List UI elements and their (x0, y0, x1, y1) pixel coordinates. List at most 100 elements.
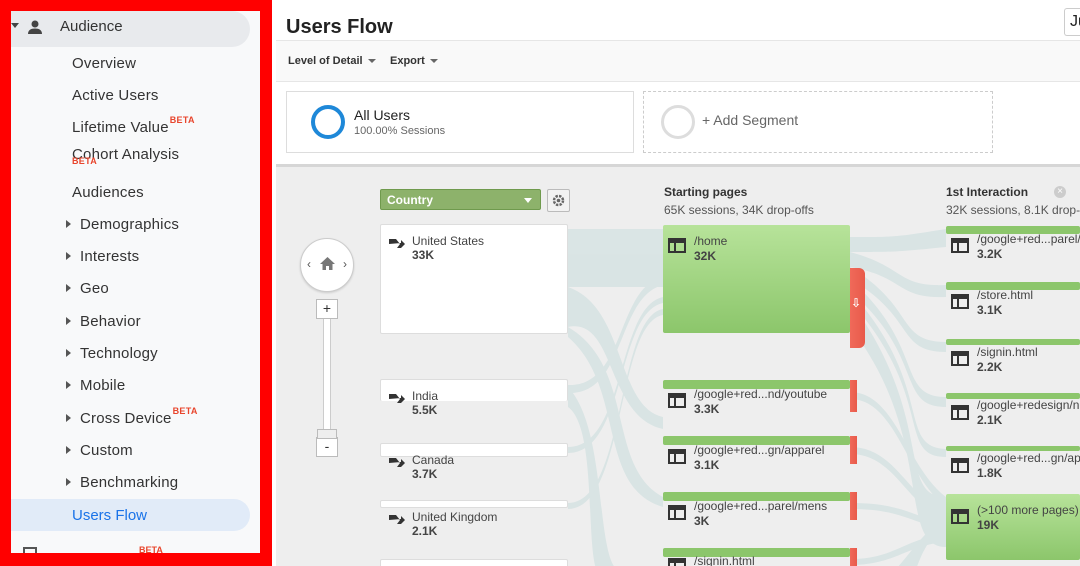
sidebar-item-label: Overview (72, 54, 137, 72)
toolbar: Level of Detail Export (276, 40, 1080, 82)
page-value: 2.1K (977, 413, 1003, 427)
caret-right-icon (66, 317, 71, 325)
sidebar-item-custom[interactable]: Custom (66, 435, 133, 465)
page-icon (951, 405, 969, 420)
interaction-label: /google+redesign/n 2.1K (951, 398, 1079, 427)
beta-badge: BETA (72, 156, 98, 166)
page-icon (668, 238, 686, 253)
caret-right-icon (66, 220, 71, 228)
page-name: /home (694, 234, 728, 248)
page-icon (951, 509, 969, 524)
drop-off-bar[interactable] (850, 380, 857, 412)
caret-down-icon (429, 59, 438, 63)
sidebar-item-geo[interactable]: Geo (66, 273, 109, 303)
country-name: Canada (412, 453, 455, 467)
pan-control[interactable]: ‹ › (300, 238, 354, 292)
empty-segment-ring-icon (661, 105, 695, 139)
sidebar-item-audiences[interactable]: Audiences (72, 177, 144, 207)
page-name: /signin.html (694, 554, 755, 566)
country-node[interactable]: India 5.5K (380, 379, 568, 417)
sidebar-item-cohort-analysis[interactable]: Cohort Analysis BETA (72, 139, 179, 169)
drop-off-arrow-icon: ⇩ (851, 296, 862, 310)
sidebar-item-label: Active Users (72, 86, 159, 104)
drop-off-bar[interactable]: ⇩ (850, 268, 865, 348)
sidebar-item-label: Interests (80, 247, 140, 265)
sidebar-item-overview[interactable]: Overview (72, 48, 136, 78)
page-value: 2.2K (977, 360, 1003, 374)
add-segment-button[interactable]: + Add Segment (643, 91, 993, 153)
country-value: 2.1K (412, 524, 438, 538)
sidebar-item-label: Technology (80, 344, 158, 362)
date-range-picker[interactable]: Ju (1064, 8, 1080, 36)
dimension-label: Country (387, 193, 433, 207)
interaction-label: /google+red...gn/apparel 1.8K (951, 451, 1080, 480)
page-icon (951, 351, 969, 366)
sidebar-item-label: Behavior (80, 312, 141, 330)
entrance-arrow-icon (389, 394, 405, 403)
page-value: 3.3K (694, 402, 720, 416)
entrance-arrow-icon (389, 239, 405, 248)
starting-page-label: /home 32K (668, 234, 727, 263)
page-name: /google+redesign/n (977, 398, 1080, 412)
column-title-first-interaction: 1st Interaction (946, 185, 1029, 199)
sidebar-item-users-flow[interactable]: Users Flow (11, 499, 250, 531)
beta-badge: BETA (172, 406, 198, 416)
zoom-in-button[interactable]: + (316, 299, 338, 319)
column-sub-first-interaction: 32K sessions, 8.1K drop-offs (946, 203, 1080, 217)
page-name: /google+red...parel/mens (694, 499, 828, 513)
level-of-detail-button[interactable]: Level of Detail (288, 55, 376, 67)
sidebar-nav: Audience Overview Active Users Lifetime … (11, 11, 260, 553)
zoom-slider-handle[interactable] (317, 429, 337, 439)
caret-right-icon (66, 349, 71, 357)
person-icon (28, 20, 42, 34)
sidebar-item-lifetime-value[interactable]: Lifetime Value BETA (72, 112, 195, 142)
country-value: 5.5K (412, 403, 438, 417)
country-node[interactable]: Canada 3.7K (380, 443, 568, 481)
interaction-label: /signin.html 2.2K (951, 345, 1038, 374)
home-icon[interactable] (319, 256, 336, 271)
export-button[interactable]: Export (390, 55, 438, 67)
segment-sessions: 100.00% Sessions (354, 125, 446, 137)
users-flow-chart: Country Starting pages 65K sessions, 34K… (276, 164, 1080, 566)
zoom-slider-track[interactable] (323, 312, 331, 434)
close-column-icon[interactable]: × (1054, 186, 1066, 198)
country-node[interactable]: United States 33K (380, 224, 568, 334)
sidebar-item-behavior[interactable]: Behavior (66, 306, 141, 336)
country-value: 33K (412, 248, 435, 262)
sidebar-section-audience[interactable]: Audience (11, 11, 250, 47)
beta-badge: BETA (139, 545, 163, 553)
page-icon (668, 393, 686, 408)
add-segment-label: + Add Segment (702, 112, 799, 128)
page-name: /google+red...gn/apparel (694, 443, 825, 457)
country-node[interactable] (380, 559, 568, 566)
level-of-detail-label: Level of Detail (288, 55, 363, 67)
pan-left-icon[interactable]: ‹ (307, 257, 311, 271)
drop-off-bar[interactable] (850, 548, 857, 566)
segment-all-users[interactable]: All Users 100.00% Sessions (286, 91, 634, 153)
dimension-settings-button[interactable] (547, 189, 570, 212)
page-value: 3.1K (694, 458, 720, 472)
drop-off-bar[interactable] (850, 492, 857, 520)
sidebar-section-label: Audience (60, 18, 123, 35)
page-title: Users Flow (286, 16, 393, 38)
caret-down-icon (524, 198, 532, 203)
country-node[interactable]: United Kingdom 2.1K (380, 500, 568, 538)
page-icon (668, 505, 686, 520)
sidebar-item-demographics[interactable]: Demographics (66, 209, 179, 239)
export-label: Export (390, 55, 425, 67)
page-icon (951, 458, 969, 473)
country-name: United Kingdom (412, 510, 498, 524)
sidebar-item-technology[interactable]: Technology (66, 338, 158, 368)
dimension-select[interactable]: Country (380, 189, 541, 210)
drop-off-bar[interactable] (850, 436, 857, 464)
pan-right-icon[interactable]: › (343, 257, 347, 271)
sidebar-item-interests[interactable]: Interests (66, 241, 139, 271)
sidebar-item-mobile[interactable]: Mobile (66, 370, 125, 400)
page-value: 3.2K (977, 247, 1003, 261)
caret-right-icon (66, 252, 71, 260)
sidebar-item-benchmarking[interactable]: Benchmarking (66, 467, 178, 497)
sidebar-item-label: Geo (80, 279, 109, 297)
sidebar-item-cross-device[interactable]: Cross Device BETA (66, 403, 198, 433)
sidebar-item-active-users[interactable]: Active Users (72, 80, 159, 110)
zoom-out-button[interactable]: - (316, 437, 338, 457)
